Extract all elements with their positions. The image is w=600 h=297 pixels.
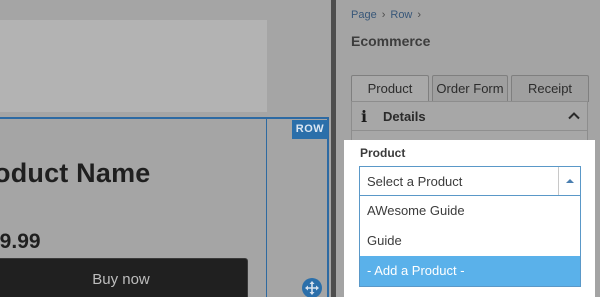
product-select[interactable]: Select a Product	[359, 166, 581, 196]
product-field-highlight: Product Select a Product AWesome Guide G…	[344, 140, 595, 297]
row-badge[interactable]: ROW	[292, 120, 328, 139]
select-caret-icon[interactable]	[558, 167, 580, 195]
tab-bar: Product Order Form Receipt	[351, 75, 589, 102]
breadcrumb-page[interactable]: Page	[351, 9, 377, 21]
option-guide[interactable]: Guide	[360, 226, 580, 256]
image-placeholder[interactable]	[0, 20, 267, 112]
details-section-header[interactable]: i Details	[352, 102, 587, 131]
product-select-value: Select a Product	[367, 174, 463, 189]
tab-receipt[interactable]: Receipt	[511, 75, 589, 102]
breadcrumb: Page › Row ›	[351, 9, 421, 21]
page-canvas: ROW oduct Name 39.99 Buy now	[0, 0, 331, 297]
buy-now-button[interactable]: Buy now	[0, 258, 248, 297]
breadcrumb-separator-icon: ›	[381, 9, 386, 21]
option-add-product[interactable]: - Add a Product -	[360, 256, 580, 286]
details-section-label: Details	[383, 108, 426, 124]
move-handle-icon[interactable]	[302, 278, 322, 297]
breadcrumb-row[interactable]: Row	[390, 9, 412, 21]
breadcrumb-separator-icon: ›	[417, 9, 422, 21]
product-name-heading[interactable]: oduct Name	[0, 158, 151, 189]
tab-product[interactable]: Product	[351, 75, 429, 102]
product-options-list: AWesome Guide Guide - Add a Product -	[359, 196, 581, 287]
tab-order-form[interactable]: Order Form	[432, 75, 508, 102]
product-field-label: Product	[360, 146, 406, 160]
option-awesome-guide[interactable]: AWesome Guide	[360, 196, 580, 226]
chevron-up-icon[interactable]	[567, 109, 581, 128]
product-price[interactable]: 39.99	[0, 230, 41, 254]
info-icon: i	[361, 106, 368, 126]
column-divider	[266, 118, 267, 297]
panel-title: Ecommerce	[351, 33, 431, 49]
